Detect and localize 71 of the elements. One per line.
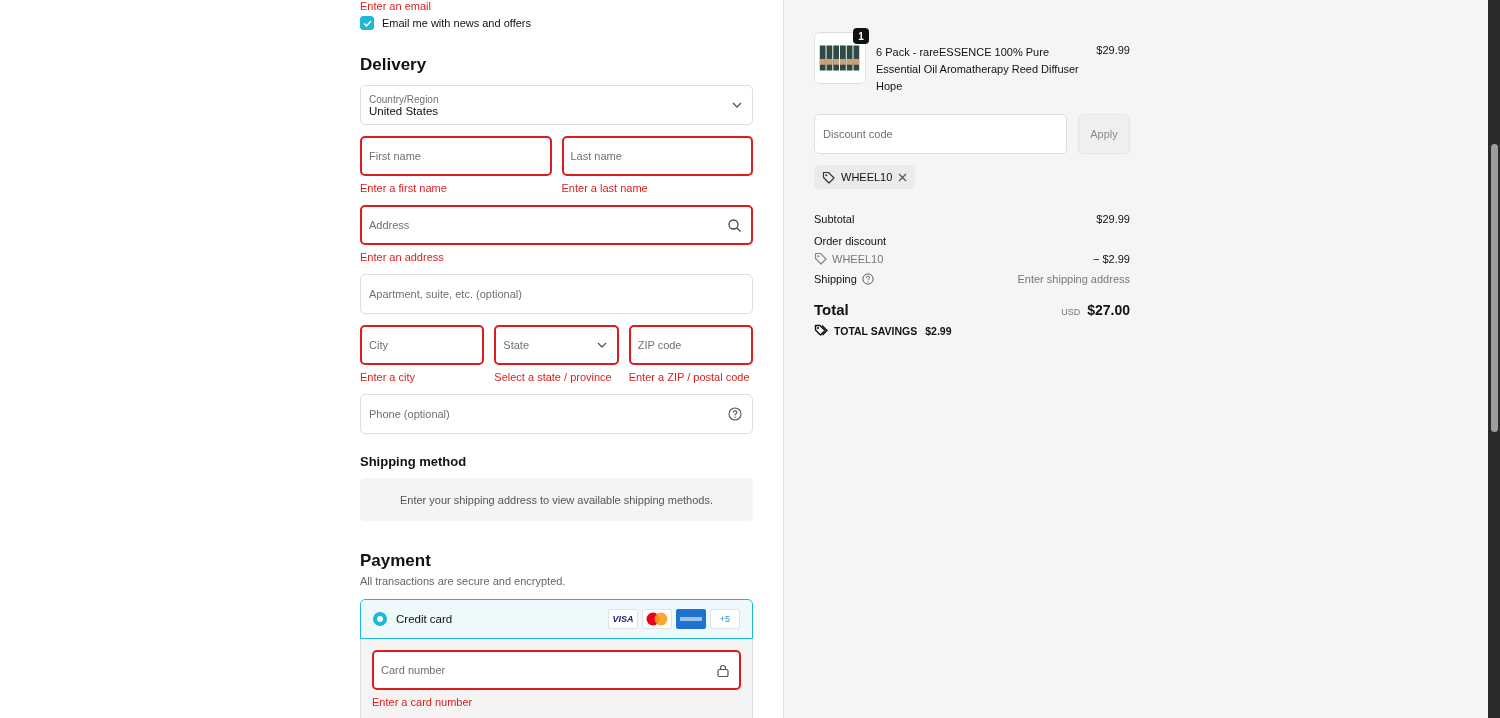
checkbox[interactable] bbox=[360, 16, 374, 30]
close-icon bbox=[898, 172, 908, 182]
checkbox-label: Email me with news and offers bbox=[382, 17, 531, 29]
summary-value: $29.99 bbox=[1096, 213, 1130, 225]
discount-tag[interactable]: WHEEL10 bbox=[814, 165, 916, 189]
error-message: Enter a last name bbox=[561, 182, 649, 194]
chevron-down-icon bbox=[732, 102, 742, 108]
error-message: Enter a card number bbox=[372, 696, 474, 708]
secure-note: All transactions are secure and encrypted. bbox=[360, 575, 567, 587]
summary-label: Order discount bbox=[814, 235, 887, 247]
section-heading: Delivery bbox=[360, 55, 428, 75]
text-input[interactable]: State bbox=[503, 339, 591, 351]
section-heading: Payment bbox=[360, 551, 432, 571]
text-input[interactable]: First name bbox=[369, 150, 540, 162]
text-input[interactable]: Address bbox=[369, 219, 722, 231]
search-icon bbox=[728, 218, 741, 232]
field-label: Country/Region bbox=[369, 93, 440, 105]
more-brands-count: +5 bbox=[710, 609, 740, 629]
option-label: Credit card bbox=[396, 613, 454, 625]
discount-code: WHEEL10 bbox=[841, 171, 893, 183]
input-field[interactable]: ZIP code bbox=[628, 325, 753, 365]
text-input[interactable]: City bbox=[369, 339, 473, 351]
error-message: Enter a first name bbox=[360, 182, 448, 194]
text-input[interactable]: Last name bbox=[570, 150, 741, 162]
discount-code: WHEEL10 bbox=[832, 252, 884, 265]
error-message: Select a state / province bbox=[494, 371, 613, 383]
scrollbar-thumb[interactable] bbox=[1490, 144, 1498, 432]
input-field[interactable]: Address bbox=[360, 205, 753, 245]
card-brand-logo bbox=[642, 609, 672, 629]
card-brand-logo bbox=[676, 609, 706, 629]
help-icon bbox=[861, 273, 874, 285]
summary-value: − $2.99 bbox=[1093, 252, 1130, 265]
lock-icon bbox=[717, 663, 729, 677]
summary-label: Shipping bbox=[814, 273, 857, 285]
tag-icon bbox=[822, 170, 835, 184]
help-icon bbox=[728, 407, 742, 421]
select-field[interactable]: State bbox=[494, 325, 619, 365]
error-message: Enter an email bbox=[360, 0, 432, 13]
total-label: Total bbox=[814, 301, 849, 318]
product-title: 6 Pack - rareESSENCE 100% Pure Essential Oil Aromatherapy Reed Diffuser Hope bbox=[876, 45, 1080, 94]
text-input[interactable]: Apartment, suite, etc. (optional) bbox=[369, 288, 742, 300]
tags-icon bbox=[814, 324, 828, 337]
card-brand-logo: VISA bbox=[608, 609, 638, 629]
error-message: Enter a city bbox=[360, 371, 417, 383]
total-amount: $27.00 bbox=[1087, 302, 1130, 318]
text-input[interactable]: Phone (optional) bbox=[369, 408, 722, 420]
quantity-badge: 1 bbox=[853, 28, 869, 44]
radio-button[interactable] bbox=[373, 612, 387, 626]
field-value: United States bbox=[369, 104, 440, 117]
text-input[interactable]: Card number bbox=[381, 664, 711, 676]
info-panel: Enter your shipping address to view available shipping methods. bbox=[360, 478, 753, 521]
select-field[interactable]: Country/Region United States bbox=[360, 85, 753, 125]
input-field[interactable]: Card number bbox=[372, 650, 741, 690]
section-heading: Shipping method bbox=[360, 454, 468, 469]
currency-code: USD bbox=[1061, 307, 1081, 317]
input-field[interactable]: Last name bbox=[561, 136, 753, 176]
payment-option[interactable]: Credit card VISA +5 bbox=[360, 599, 753, 639]
savings-amount: $2.99 bbox=[925, 324, 952, 337]
input-field[interactable]: First name bbox=[360, 136, 552, 176]
scrollbar[interactable] bbox=[1488, 0, 1500, 718]
input-field[interactable]: City bbox=[360, 325, 485, 365]
savings-label: TOTAL SAVINGS bbox=[834, 324, 918, 337]
tag-icon bbox=[814, 252, 827, 265]
error-message: Enter an address bbox=[360, 251, 445, 263]
text-input[interactable]: ZIP code bbox=[637, 339, 741, 351]
product-price: $29.99 bbox=[1096, 44, 1130, 56]
error-message: Enter a ZIP / postal code bbox=[628, 371, 751, 383]
check-icon bbox=[362, 19, 372, 27]
summary-value: Enter shipping address bbox=[1017, 273, 1130, 285]
summary-label: Subtotal bbox=[814, 213, 855, 225]
chevron-down-icon bbox=[596, 342, 607, 348]
